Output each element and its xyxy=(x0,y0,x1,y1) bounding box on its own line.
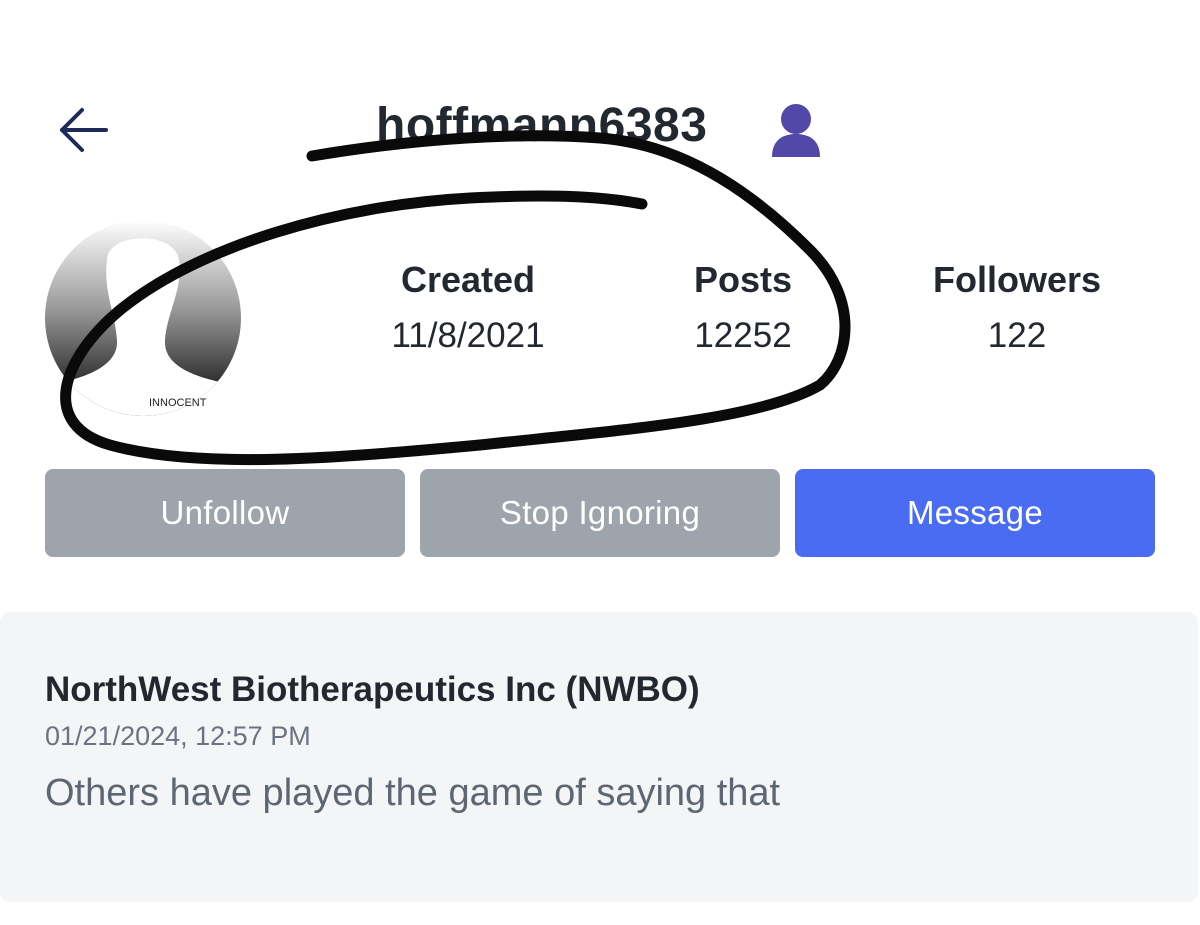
post-card[interactable] xyxy=(0,612,1198,902)
stat-created: Created 11/8/2021 xyxy=(338,258,598,358)
stat-value: 122 xyxy=(987,316,1047,355)
post-body: Others have played the game of saying th… xyxy=(45,772,781,814)
stat-label: Posts xyxy=(693,259,793,300)
post-title[interactable]: NorthWest Biotherapeutics Inc (NWBO) xyxy=(45,670,700,710)
avatar[interactable]: INNOCENT xyxy=(45,220,241,416)
profile-page: hoffmann6383 INNOCENT Created 11/8/2021 … xyxy=(0,0,1200,925)
stat-label: Created xyxy=(400,259,536,300)
message-button[interactable]: Message xyxy=(795,469,1155,557)
post-timestamp: 01/21/2024, 12:57 PM xyxy=(45,721,311,751)
stat-value: 12252 xyxy=(694,316,792,355)
stat-value: 11/8/2021 xyxy=(391,316,545,355)
person-icon xyxy=(770,101,822,157)
stop-ignoring-button[interactable]: Stop Ignoring xyxy=(420,469,780,557)
unfollow-button[interactable]: Unfollow xyxy=(45,469,405,557)
svg-text:INNOCENT: INNOCENT xyxy=(149,397,207,409)
arrow-left-icon xyxy=(60,108,108,152)
stat-followers[interactable]: Followers 122 xyxy=(887,258,1147,358)
page-title: hoffmann6383 xyxy=(376,99,708,152)
stat-label: Followers xyxy=(932,259,1102,300)
stat-posts[interactable]: Posts 12252 xyxy=(613,258,873,358)
back-button[interactable] xyxy=(54,100,114,160)
